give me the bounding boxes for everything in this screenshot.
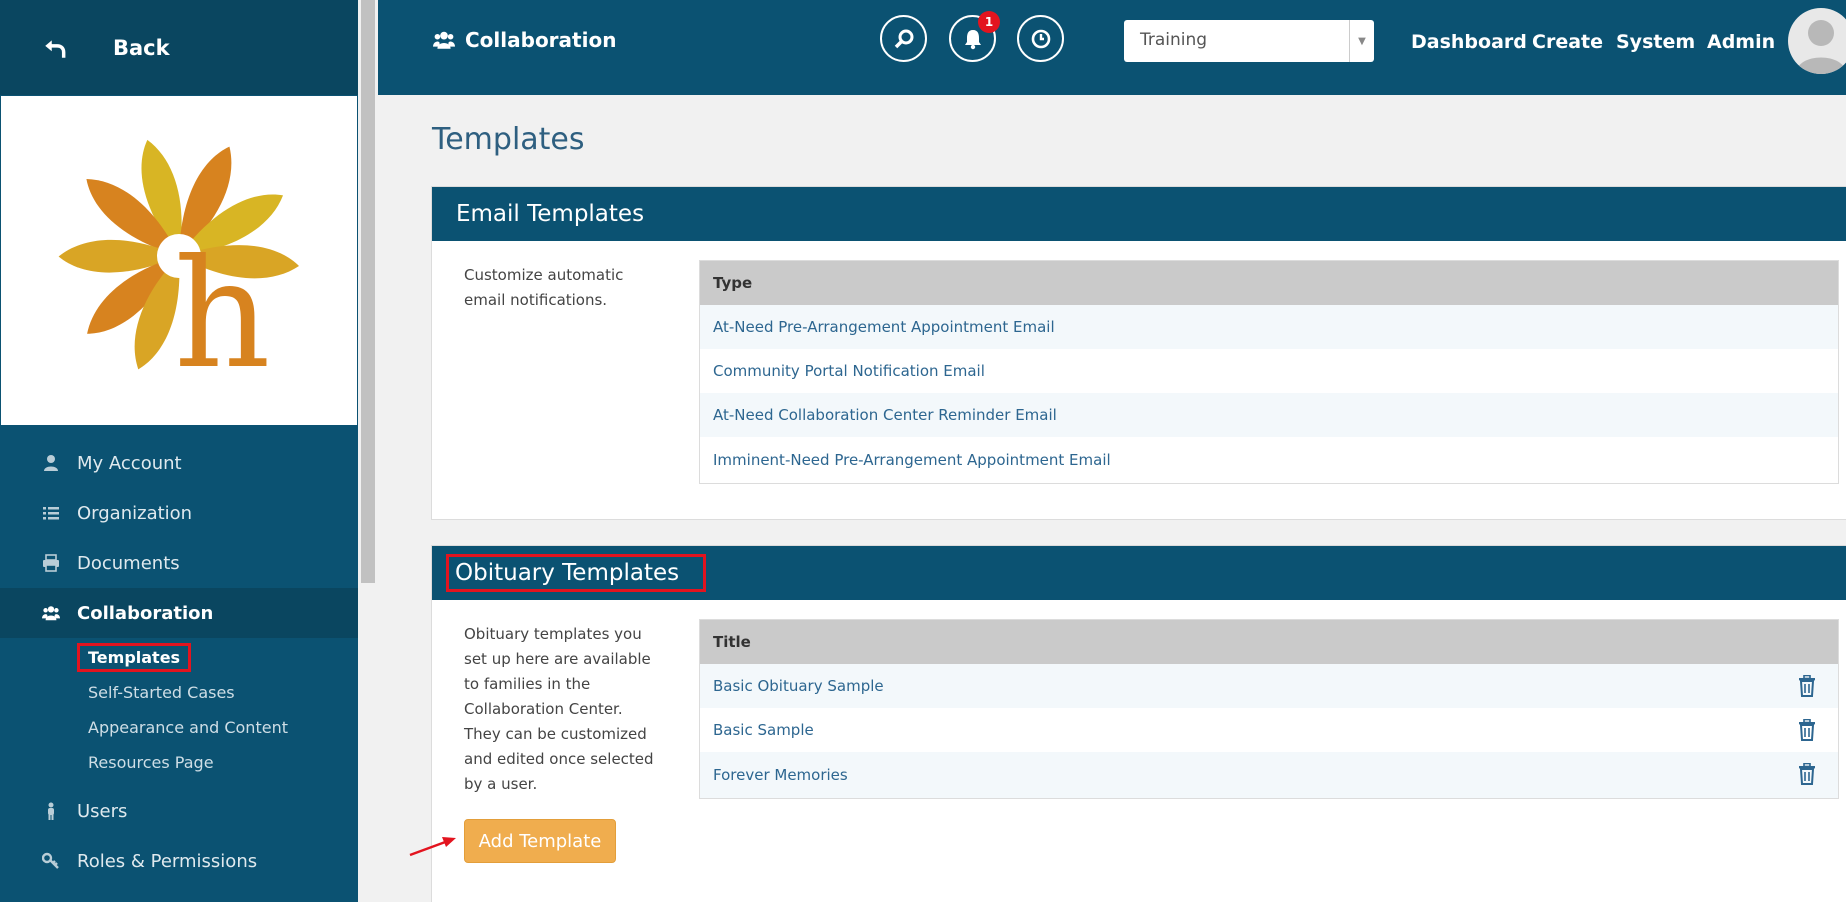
organization-select[interactable]: Training ▼: [1124, 20, 1374, 62]
sidebar-item-roles-permissions[interactable]: Roles & Permissions: [0, 836, 358, 886]
users-icon: [433, 31, 455, 49]
bell-icon: [964, 29, 981, 49]
sidebar-scrollbar[interactable]: [358, 0, 378, 902]
template-link[interactable]: Basic Sample: [713, 721, 814, 739]
obituary-templates-description: Obituary templates you set up here are a…: [464, 625, 654, 793]
list-icon: [43, 507, 59, 520]
header-title-label: Collaboration: [465, 28, 617, 52]
organization-select-value: Training: [1140, 30, 1208, 50]
sidebar: Back h My Account Organization Documents…: [0, 0, 358, 902]
nav-link-system[interactable]: System: [1616, 31, 1695, 53]
subnav-item-label: Appearance and Content: [88, 718, 288, 737]
sidebar-item-organization[interactable]: Organization: [0, 488, 358, 538]
nav-link-dashboard[interactable]: Dashboard: [1411, 31, 1527, 53]
template-link[interactable]: Community Portal Notification Email: [713, 362, 985, 380]
subnav-item-resources-page[interactable]: Resources Page: [0, 745, 358, 780]
table-row[interactable]: Forever Memories: [700, 752, 1838, 798]
search-button[interactable]: [880, 15, 927, 62]
printer-icon: [43, 554, 59, 572]
template-link[interactable]: At-Need Collaboration Center Reminder Em…: [713, 406, 1057, 424]
trash-icon[interactable]: [1798, 763, 1816, 785]
email-templates-heading: Email Templates: [432, 187, 1846, 241]
column-header-type[interactable]: Type: [700, 261, 1838, 305]
template-link[interactable]: At-Need Pre-Arrangement Appointment Emai…: [713, 318, 1055, 336]
subnav-item-label: Self-Started Cases: [88, 683, 235, 702]
back-button[interactable]: Back: [0, 0, 358, 95]
sidebar-nav-lower: Users Roles & Permissions: [0, 786, 358, 886]
notification-count-badge: 1: [978, 11, 1000, 33]
sidebar-item-label: Organization: [77, 502, 193, 524]
organization-logo: h: [0, 95, 358, 426]
email-templates-table: Type At-Need Pre-Arrangement Appointment…: [699, 260, 1839, 484]
table-row[interactable]: Imminent-Need Pre-Arrangement Appointmen…: [700, 437, 1838, 483]
nav-link-create[interactable]: Create: [1532, 31, 1603, 53]
sidebar-item-label: Roles & Permissions: [77, 850, 258, 872]
trash-icon[interactable]: [1798, 675, 1816, 697]
caret-down-icon: ▼: [1349, 20, 1374, 62]
add-template-button[interactable]: Add Template: [464, 819, 616, 863]
table-row[interactable]: Community Portal Notification Email: [700, 349, 1838, 393]
subnav-item-label: Templates: [77, 643, 192, 672]
subnav-item-self-started-cases[interactable]: Self-Started Cases: [0, 675, 358, 710]
sidebar-item-my-account[interactable]: My Account: [0, 438, 358, 488]
table-row[interactable]: Basic Sample: [700, 708, 1838, 752]
obituary-templates-title: Obituary Templates: [446, 554, 707, 592]
column-header-title[interactable]: Title: [700, 620, 1838, 664]
table-row[interactable]: At-Need Collaboration Center Reminder Em…: [700, 393, 1838, 437]
user-icon: [44, 455, 58, 471]
sidebar-item-collaboration[interactable]: Collaboration: [0, 588, 358, 638]
scrollbar-thumb[interactable]: [361, 0, 375, 583]
person-icon: [48, 802, 54, 820]
user-silhouette-icon: [1796, 20, 1846, 74]
subnav-item-appearance-and-content[interactable]: Appearance and Content: [0, 710, 358, 745]
sidebar-nav: My Account Organization Documents Collab…: [0, 438, 358, 638]
sidebar-item-label: Users: [77, 800, 128, 822]
sidebar-item-documents[interactable]: Documents: [0, 538, 358, 588]
trash-icon[interactable]: [1798, 719, 1816, 741]
sidebar-item-label: Documents: [77, 552, 180, 574]
top-header: Collaboration 1 Training ▼ Dashboard Cre…: [378, 0, 1846, 95]
nav-link-admin[interactable]: Admin: [1707, 31, 1775, 53]
sidebar-item-users[interactable]: Users: [0, 786, 358, 836]
sidebar-item-label: My Account: [77, 452, 182, 474]
sidebar-item-label: Collaboration: [77, 602, 214, 624]
users-icon: [42, 606, 60, 621]
history-button[interactable]: [1017, 15, 1064, 62]
search-icon: [894, 29, 913, 48]
collaboration-subnav: Templates Self-Started Cases Appearance …: [0, 638, 358, 780]
template-link[interactable]: Basic Obituary Sample: [713, 677, 884, 695]
back-label: Back: [113, 35, 170, 60]
page-title: Templates: [432, 122, 585, 157]
obituary-templates-heading: Obituary Templates: [432, 546, 1846, 600]
key-icon: [42, 852, 59, 869]
obituary-templates-table: Title Basic Obituary Sample Basic Sample…: [699, 619, 1839, 799]
obituary-templates-panel: Obituary Templates Obituary templates yo…: [431, 545, 1846, 902]
header-title: Collaboration: [433, 28, 616, 52]
leaf-logo-icon: h: [58, 139, 299, 402]
clock-icon: [1031, 29, 1050, 48]
avatar[interactable]: [1788, 8, 1846, 74]
subnav-item-templates[interactable]: Templates: [0, 640, 358, 675]
annotation-arrow-icon: [409, 837, 456, 857]
subnav-item-label: Resources Page: [88, 753, 214, 772]
template-link[interactable]: Forever Memories: [713, 766, 848, 784]
table-row[interactable]: At-Need Pre-Arrangement Appointment Emai…: [700, 305, 1838, 349]
svg-text:h: h: [174, 228, 271, 402]
back-arrow-icon: [45, 39, 66, 58]
notifications-button[interactable]: 1: [949, 11, 1000, 62]
template-link[interactable]: Imminent-Need Pre-Arrangement Appointmen…: [713, 451, 1111, 469]
table-row[interactable]: Basic Obituary Sample: [700, 664, 1838, 708]
email-templates-description: Customize automatic email notifications.: [464, 266, 624, 309]
email-templates-panel: Email Templates Customize automatic emai…: [431, 186, 1846, 520]
